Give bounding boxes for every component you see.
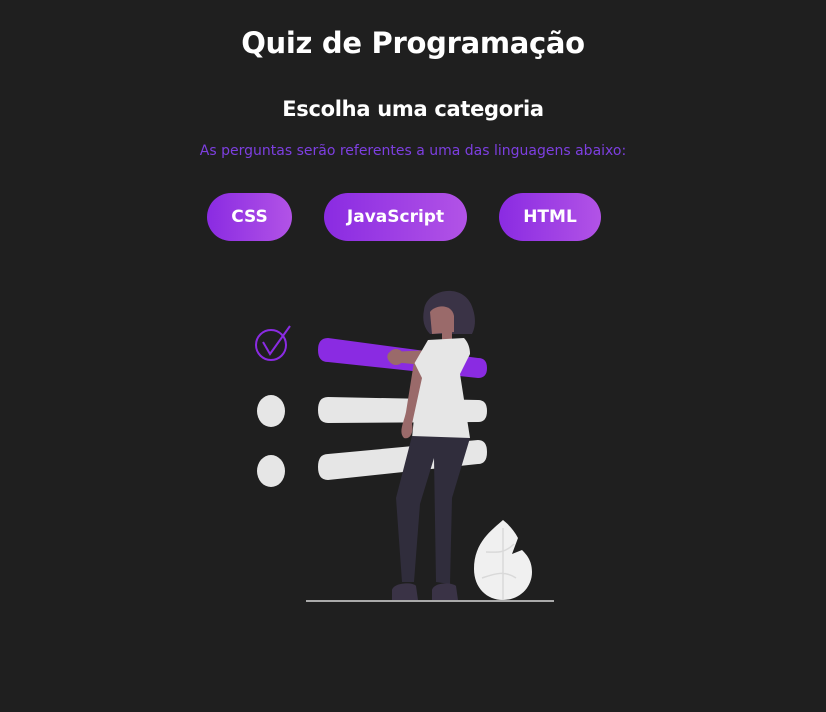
quiz-home-page: Quiz de Programação Escolha uma categori… (0, 0, 826, 712)
category-html-button[interactable]: HTML (499, 193, 601, 241)
unchecked-circle-icon (257, 395, 285, 427)
section-subtitle: Escolha uma categoria (282, 97, 544, 121)
category-javascript-button[interactable]: JavaScript (324, 193, 467, 241)
category-css-button[interactable]: CSS (207, 193, 292, 241)
section-description: As perguntas serão referentes a uma das … (199, 143, 627, 159)
unchecked-circle-icon (257, 455, 285, 487)
page-title: Quiz de Programação (241, 26, 585, 60)
leaf-plant-icon (474, 520, 532, 600)
check-circle-icon (255, 325, 291, 361)
person-figure (387, 290, 475, 600)
quiz-illustration (255, 290, 554, 602)
